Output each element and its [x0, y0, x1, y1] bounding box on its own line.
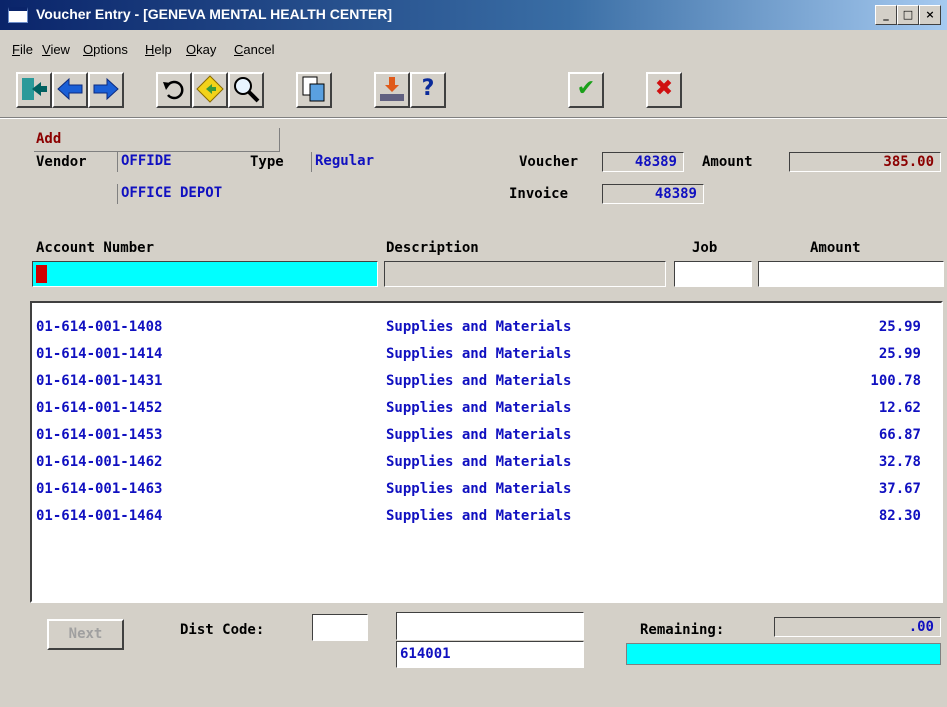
column-account-number: Account Number [36, 240, 155, 256]
description-input[interactable] [384, 261, 666, 287]
voucher-field[interactable]: 48389 [602, 152, 684, 172]
distribution-grid[interactable]: 01-614-001-1408 Supplies and Materials 2… [30, 301, 943, 603]
account-cell: 01-614-001-1431 [36, 373, 163, 389]
table-row[interactable]: 01-614-001-1431 Supplies and Materials 1… [32, 369, 941, 396]
remaining-label: Remaining: [640, 622, 725, 638]
description-cell: Supplies and Materials [386, 454, 572, 470]
job-input[interactable] [674, 261, 752, 287]
menu-bar: File View Options Help Okay Cancel [0, 36, 947, 62]
menu-cancel[interactable]: Cancel [234, 42, 274, 57]
arrow-left-icon [57, 77, 83, 101]
table-row[interactable]: 01-614-001-1453 Supplies and Materials 6… [32, 423, 941, 450]
dist-code-description-field[interactable] [396, 612, 584, 640]
arrow-right-icon [93, 77, 119, 101]
find-button[interactable] [192, 72, 228, 108]
import-icon [380, 77, 404, 101]
menu-view[interactable]: View [42, 42, 70, 57]
import-button[interactable] [374, 72, 410, 108]
amount-cell: 25.99 [878, 319, 921, 335]
account-cell: 01-614-001-1453 [36, 427, 163, 443]
account-cell: 01-614-001-1414 [36, 346, 163, 362]
column-description: Description [386, 240, 479, 256]
account-cell: 01-614-001-1452 [36, 400, 163, 416]
account-cell: 01-614-001-1462 [36, 454, 163, 470]
description-cell: Supplies and Materials [386, 508, 572, 524]
account-cell: 01-614-001-1464 [36, 508, 163, 524]
description-cell: Supplies and Materials [386, 481, 572, 497]
amount-cell: 12.62 [878, 400, 921, 416]
magnifier-icon [234, 77, 260, 103]
vendor-label: Vendor [36, 154, 87, 170]
exit-button[interactable] [16, 72, 52, 108]
amount-field[interactable]: 385.00 [789, 152, 941, 172]
window-title: Voucher Entry - [GENEVA MENTAL HEALTH CE… [36, 6, 392, 22]
voucher-label: Voucher [519, 154, 579, 170]
amount-cell: 100.78 [870, 373, 921, 389]
undo-icon [163, 80, 184, 100]
description-cell: Supplies and Materials [386, 319, 572, 335]
vendor-name-field: OFFICE DEPOT [117, 184, 337, 204]
next-button[interactable]: Next [47, 619, 124, 650]
account-cell: 01-614-001-1463 [36, 481, 163, 497]
okay-button[interactable]: ✔ [568, 72, 604, 108]
invoice-label: Invoice [509, 186, 569, 202]
amount-cell: 32.78 [878, 454, 921, 470]
toolbar-divider [0, 117, 947, 119]
amount-cell: 25.99 [878, 346, 921, 362]
type-field[interactable]: Regular [311, 152, 506, 172]
description-cell: Supplies and Materials [386, 346, 572, 362]
dist-code-value-field[interactable]: 614001 [396, 641, 584, 668]
close-button[interactable]: × [919, 5, 941, 25]
amount-cell: 37.67 [878, 481, 921, 497]
window-icon [8, 7, 28, 23]
amount-input[interactable] [758, 261, 944, 287]
copy-icon [302, 76, 325, 102]
table-row[interactable]: 01-614-001-1464 Supplies and Materials 8… [32, 504, 941, 531]
dist-code-label: Dist Code: [180, 622, 265, 638]
type-label: Type [250, 154, 284, 170]
table-row[interactable]: 01-614-001-1408 Supplies and Materials 2… [32, 315, 941, 342]
amount-cell: 82.30 [878, 508, 921, 524]
table-row[interactable]: 01-614-001-1463 Supplies and Materials 3… [32, 477, 941, 504]
column-job: Job [692, 240, 718, 256]
menu-options[interactable]: Options [83, 42, 128, 57]
copy-button[interactable] [296, 72, 332, 108]
description-cell: Supplies and Materials [386, 373, 572, 389]
remaining-bar [626, 643, 941, 665]
vendor-code-field[interactable]: OFFIDE [117, 152, 197, 172]
description-cell: Supplies and Materials [386, 427, 572, 443]
find-icon [196, 75, 224, 103]
table-row[interactable]: 01-614-001-1462 Supplies and Materials 3… [32, 450, 941, 477]
description-cell: Supplies and Materials [386, 400, 572, 416]
table-row[interactable]: 01-614-001-1414 Supplies and Materials 2… [32, 342, 941, 369]
help-button[interactable]: ? [410, 72, 446, 108]
menu-okay[interactable]: Okay [186, 42, 216, 57]
remaining-field: .00 [774, 617, 941, 637]
minimize-button[interactable]: _ [875, 5, 897, 25]
menu-help[interactable]: Help [145, 42, 172, 57]
next-record-button[interactable] [88, 72, 124, 108]
dist-code-input[interactable] [312, 614, 368, 641]
maximize-button[interactable]: □ [897, 5, 919, 25]
invoice-field[interactable]: 48389 [602, 184, 704, 204]
table-row[interactable]: 01-614-001-1452 Supplies and Materials 1… [32, 396, 941, 423]
previous-button[interactable] [52, 72, 88, 108]
account-number-input[interactable] [32, 261, 378, 287]
account-cell: 01-614-001-1408 [36, 319, 163, 335]
cancel-button[interactable]: ✖ [646, 72, 682, 108]
mode-indicator: Add [36, 131, 62, 147]
text-cursor [36, 265, 47, 283]
undo-button[interactable] [156, 72, 192, 108]
column-amount: Amount [810, 240, 861, 256]
mode-box [34, 128, 280, 152]
search-button[interactable] [228, 72, 264, 108]
menu-file[interactable]: File [12, 42, 33, 57]
amount-label: Amount [702, 154, 753, 170]
amount-cell: 66.87 [878, 427, 921, 443]
exit-icon [22, 78, 47, 100]
